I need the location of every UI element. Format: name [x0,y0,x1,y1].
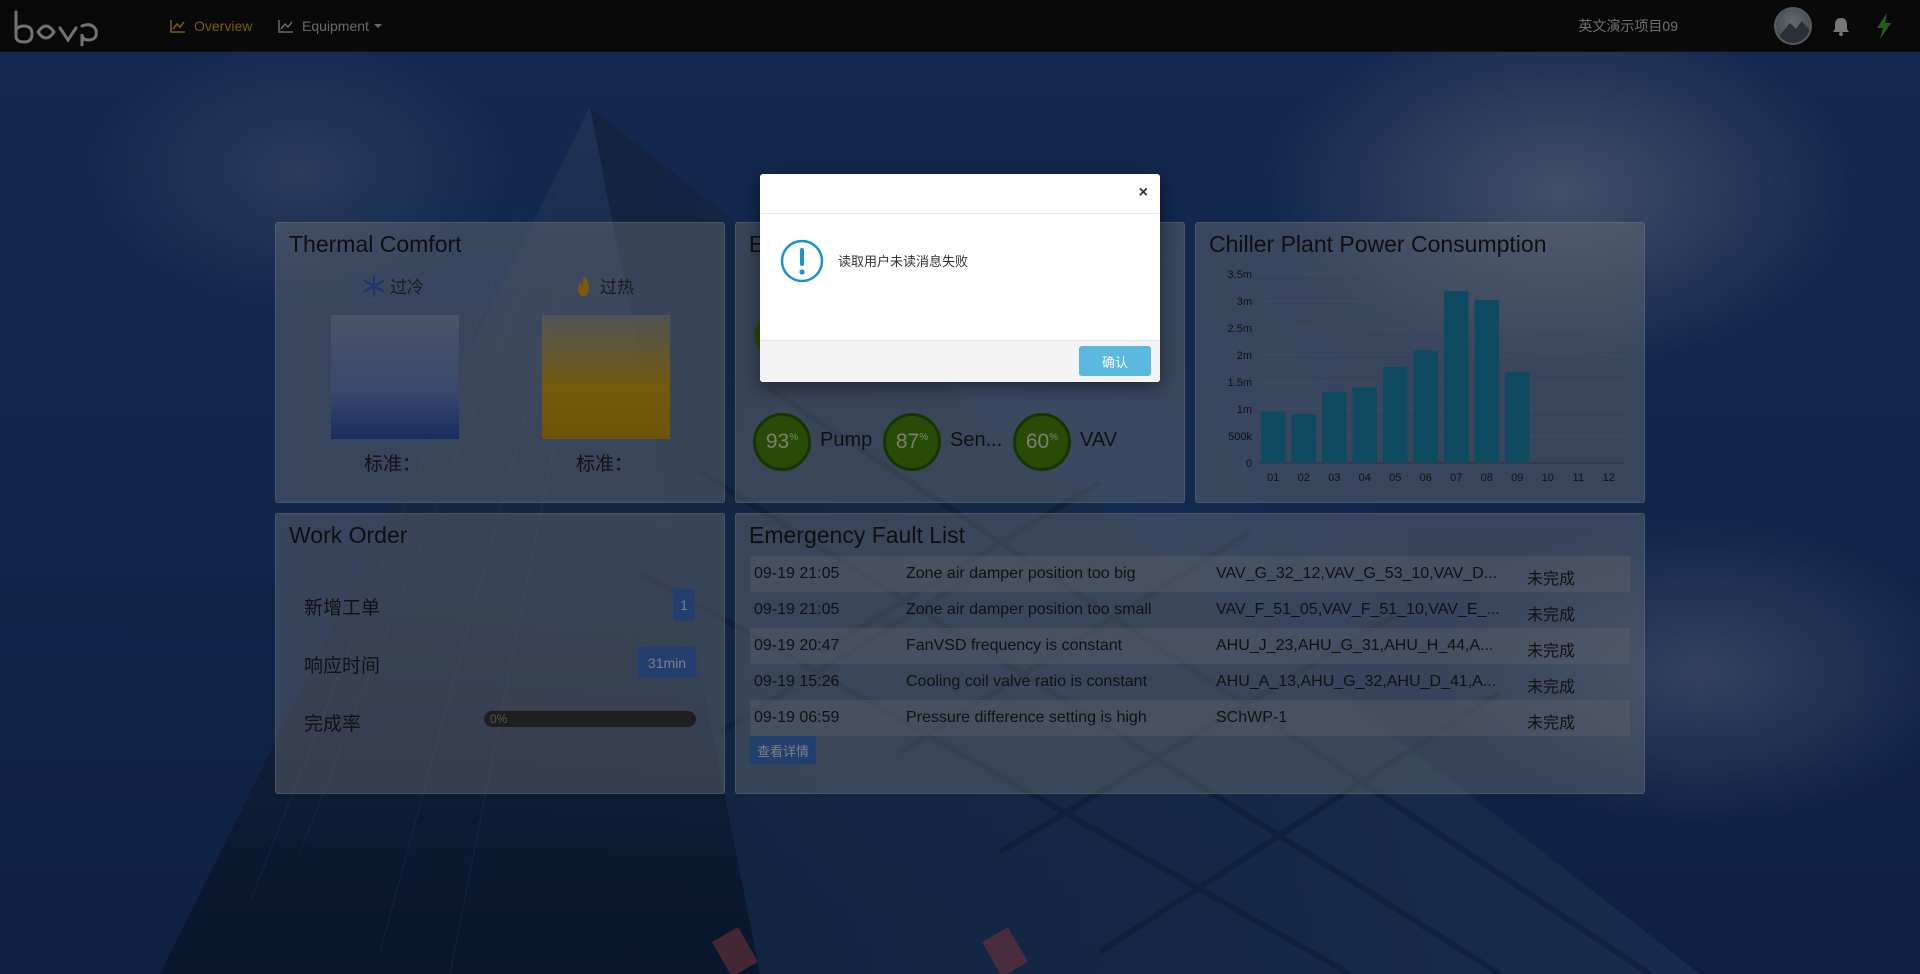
confirm-button[interactable]: 确认 [1079,346,1151,376]
dialog-message: 读取用户未读消息失败 [838,254,969,269]
dialog-footer: 确认 [760,340,1160,382]
exclamation-icon [780,239,824,283]
modal-backdrop[interactable] [0,0,1920,974]
close-icon[interactable]: × [1139,184,1148,202]
alert-dialog: × 读取用户未读消息失败 确认 [760,174,1160,382]
dialog-header: × [760,174,1160,214]
